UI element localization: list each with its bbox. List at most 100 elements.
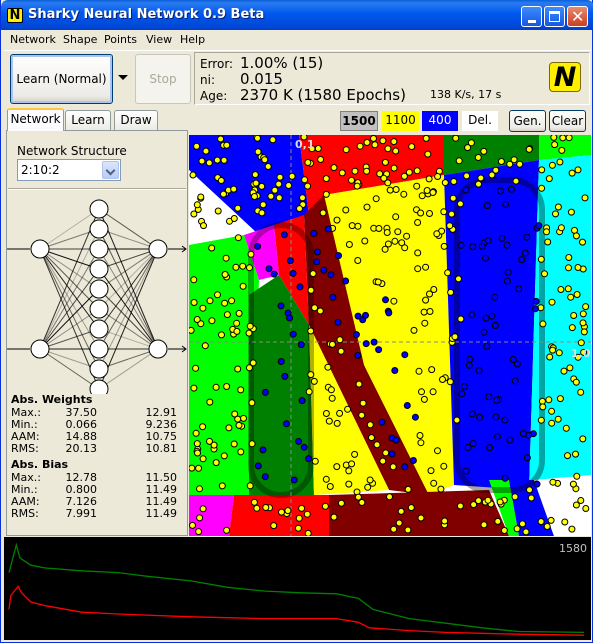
yellow-point: [348, 222, 356, 230]
classification-plot[interactable]: 0,1 1,0: [189, 135, 591, 536]
yellow-point: [547, 516, 555, 524]
blue-point: [484, 237, 492, 245]
yellow-point: [303, 510, 311, 518]
title-bar[interactable]: N Sharky Neural Network 0.9 Beta ✕: [1, 0, 593, 30]
bias-row: Max.: 12.78 11.50: [11, 471, 183, 484]
yellow-point: [452, 135, 460, 142]
yellow-point: [574, 166, 582, 174]
minimize-button[interactable]: [521, 6, 542, 27]
yellow-point: [338, 169, 346, 177]
blue-point: [265, 265, 273, 273]
blue-point: [482, 314, 490, 322]
stop-button[interactable]: Stop: [135, 54, 191, 104]
yellow-point: [565, 135, 573, 142]
menu-points[interactable]: Points: [104, 33, 137, 46]
yellow-point: [446, 222, 454, 230]
error-chart: [6, 537, 585, 637]
delete-points-button[interactable]: Del.: [462, 111, 498, 131]
yellow-point: [311, 304, 319, 312]
axis-label-right: 1,0: [571, 347, 591, 360]
menu-network[interactable]: Network: [10, 33, 56, 46]
yellow-point: [434, 447, 441, 455]
maximize-button[interactable]: [544, 6, 565, 27]
yellow-point: [299, 194, 306, 202]
yellow-point: [556, 395, 564, 403]
yellow-point: [195, 464, 203, 472]
yellow-point: [558, 146, 566, 154]
network-structure-select[interactable]: 2:10:2: [17, 159, 121, 181]
yellow-point: [397, 507, 405, 515]
yellow-point: [348, 460, 356, 468]
yellow-point: [210, 441, 218, 449]
yellow-point: [403, 232, 411, 240]
blue-point: [362, 311, 369, 319]
bias-value: 11.49: [145, 507, 178, 520]
yellow-point: [560, 367, 568, 375]
yellow-point: [230, 215, 238, 222]
chevron-down-icon[interactable]: [102, 161, 119, 179]
app-logo: N: [549, 62, 581, 92]
error-label: Error:: [200, 57, 234, 71]
yellow-point: [564, 285, 572, 293]
yellow-point: [353, 182, 361, 190]
network-structure-label: Network Structure: [17, 144, 127, 158]
yellow-point: [577, 339, 585, 347]
blue-point: [254, 462, 262, 470]
blue-point: [466, 355, 474, 363]
yellow-point: [258, 182, 266, 190]
network-structure-value: 2:10:2: [21, 163, 60, 177]
blue-point: [504, 268, 512, 276]
yellow-point: [488, 171, 496, 179]
yellow-point: [538, 397, 546, 405]
close-button[interactable]: ✕: [567, 6, 588, 27]
connection-line: [39, 288, 100, 350]
yellow-point: [189, 464, 196, 472]
yellow-point: [408, 143, 416, 151]
yellow-point: [233, 327, 241, 335]
yellow-point: [220, 156, 228, 164]
learn-button[interactable]: Learn (Normal): [10, 54, 113, 104]
blue-points-button[interactable]: 400: [422, 111, 458, 131]
yellow-point: [212, 459, 220, 467]
tab-draw[interactable]: Draw: [114, 110, 158, 130]
decision-region: [229, 495, 329, 536]
blue-point: [523, 233, 531, 241]
total-points-button[interactable]: 1500: [340, 111, 378, 131]
yellow-point: [484, 496, 492, 504]
yellow-point: [261, 156, 269, 164]
yellow-point: [554, 415, 562, 423]
yellow-points-button[interactable]: 1100: [382, 111, 419, 131]
yellow-point: [549, 346, 557, 354]
tab-network[interactable]: Network: [7, 108, 64, 131]
yellow-point: [392, 186, 400, 193]
blue-point: [270, 270, 278, 278]
yellow-point: [424, 150, 432, 158]
network-panel: Network Structure 2:10:2 Abs. Weights Ma…: [6, 130, 188, 536]
tab-learn[interactable]: Learn: [65, 110, 111, 130]
yellow-point: [271, 186, 279, 194]
yellow-point: [422, 135, 430, 142]
yellow-point: [295, 514, 303, 522]
yellow-point: [354, 257, 362, 264]
yellow-point: [198, 157, 206, 165]
blue-point: [354, 352, 362, 359]
menu-shape[interactable]: Shape: [63, 33, 97, 46]
hidden-neuron: [89, 239, 109, 259]
yellow-point: [577, 388, 585, 396]
menu-view[interactable]: View: [146, 33, 172, 46]
clear-button[interactable]: Clear: [549, 110, 586, 132]
yellow-point: [526, 486, 533, 494]
yellow-point: [330, 164, 338, 172]
decision-regions[interactable]: 0,1 1,0: [189, 135, 591, 536]
menu-help[interactable]: Help: [180, 33, 205, 46]
yellow-point: [519, 520, 526, 528]
yellow-point: [304, 182, 312, 190]
yellow-point: [422, 263, 430, 271]
learn-mode-dropdown[interactable]: [117, 71, 129, 83]
yellow-point: [276, 173, 284, 181]
yellow-point: [239, 282, 247, 290]
yellow-point: [225, 424, 233, 432]
app-window: N Sharky Neural Network 0.9 Beta ✕ Netwo…: [0, 0, 593, 643]
generate-button[interactable]: Gen.: [509, 110, 546, 132]
yellow-point: [456, 200, 464, 208]
